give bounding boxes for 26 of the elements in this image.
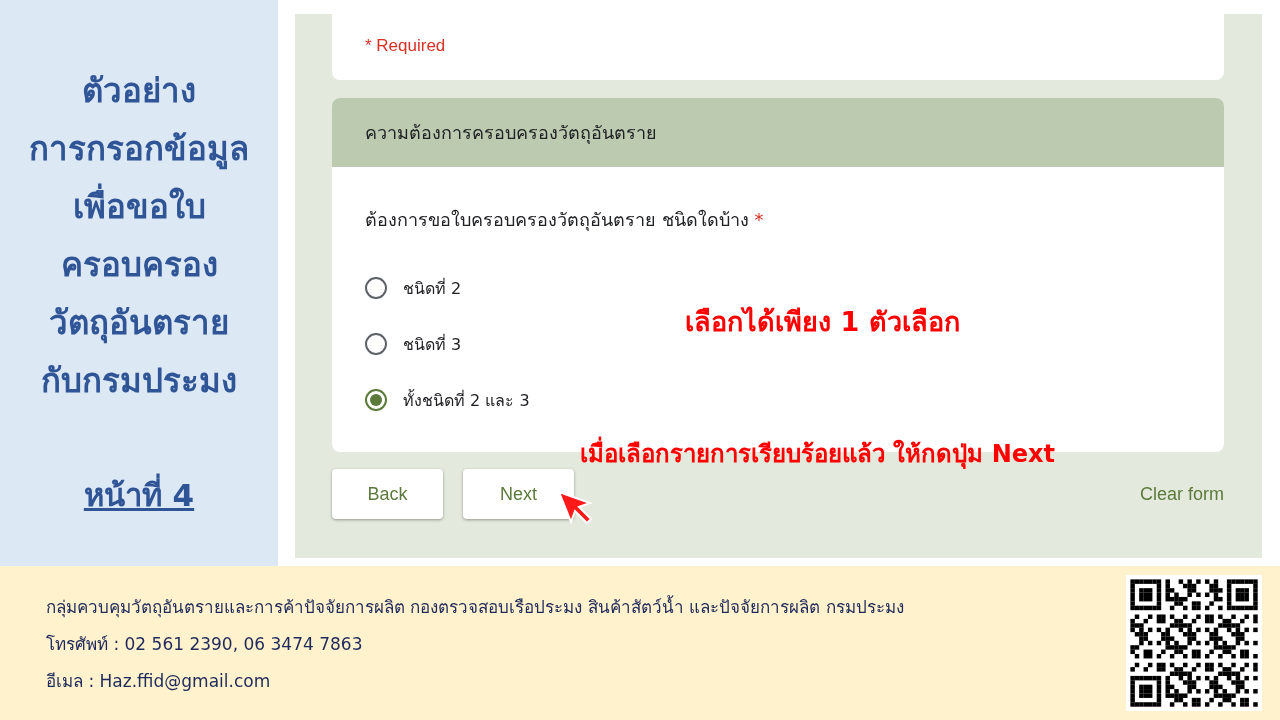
annotation-text: เมื่อเลือกรายการเรียบร้อยแล้ว ให้กดปุ่ม Next <box>580 434 1056 473</box>
form-button[interactable]: Back <box>332 469 443 519</box>
radio-button[interactable] <box>365 389 387 411</box>
slide-title-line: เพื่อขอใบ <box>72 178 206 236</box>
annotation-text: เลือกได้เพียง 1 ตัวเลือก <box>685 305 960 339</box>
slide-title-line: การกรอกข้อมูล <box>29 128 249 172</box>
radio-option[interactable]: ทั้งชนิดที่ 2 และ 3 <box>365 372 530 428</box>
form-button[interactable]: Next <box>463 469 574 519</box>
cursor-icon <box>557 490 593 526</box>
contact-line: โทรศัพท์ : 02 561 2390, 06 3474 7863 <box>46 632 364 656</box>
question-text: ต้องการขอใบครอบครองวัตถุอันตราย ชนิดใดบ้าง * <box>365 208 765 233</box>
slide-title-line: กับกรมประมง <box>41 360 237 402</box>
section-title: ความต้องการครอบครองวัตถุอันตราย <box>365 122 657 143</box>
page-label: หน้าที่ 4 <box>83 470 195 520</box>
clear-form-button[interactable]: Clear form <box>1140 479 1224 509</box>
slide-title-line: วัตถุอันตราย <box>49 302 229 346</box>
slide-title-line: ครอบครอง <box>60 244 218 286</box>
radio-option[interactable]: ชนิดที่ 2 <box>365 260 462 316</box>
contact-line: อีเมล : Haz.ffid@gmail.com <box>46 669 272 693</box>
contact-line: กลุ่มควบคุมวัตถุอันตรายและการค้าปัจจัยการผลิต กองตรวจสอบเรือประมง สินค้าสัตว์น้ำ และปัจจัยการผลิต กรมประมง <box>46 594 905 620</box>
radio-button[interactable] <box>365 277 387 299</box>
slide-title-line: ตัวอย่าง <box>82 70 196 112</box>
radio-option[interactable]: ชนิดที่ 3 <box>365 316 462 372</box>
radio-button[interactable] <box>365 333 387 355</box>
required-note: * Required <box>365 36 447 56</box>
qr-code-icon <box>1126 575 1262 711</box>
